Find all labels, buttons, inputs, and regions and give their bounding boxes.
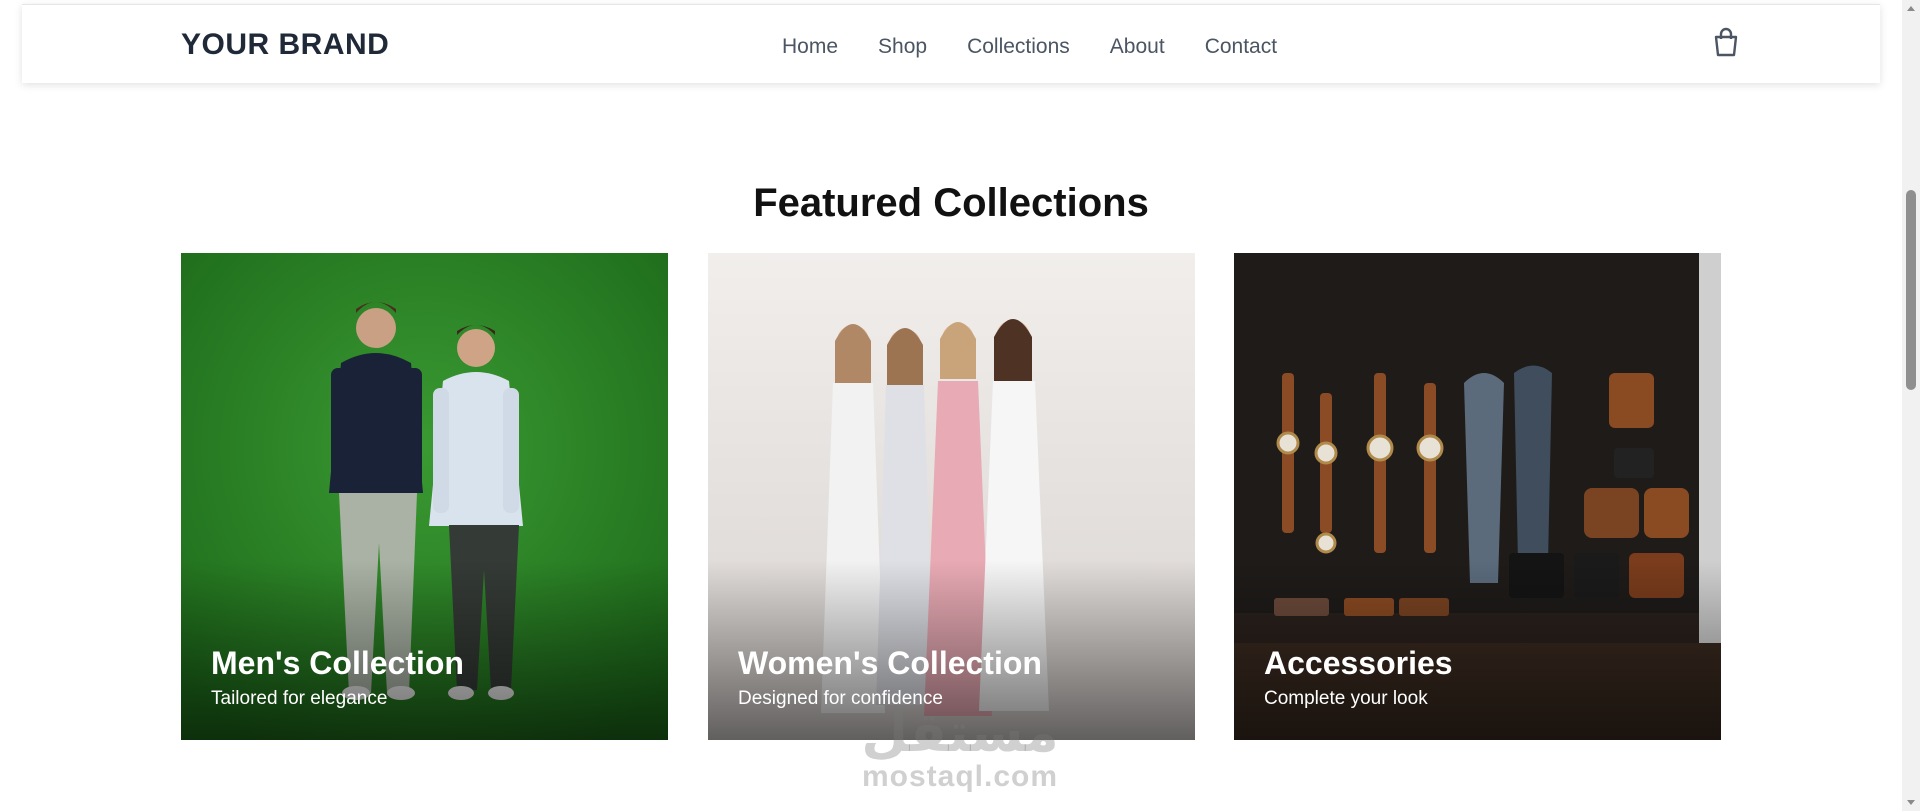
nav-contact[interactable]: Contact (1205, 31, 1277, 63)
site-header: YOUR BRAND Home Shop Collections About C… (22, 4, 1880, 83)
card-title: Women's Collection (738, 645, 1042, 681)
section-title: Featured Collections (753, 181, 1149, 226)
card-subtitle: Tailored for elegance (211, 688, 388, 709)
watermark-latin: mostaql.com (861, 760, 1059, 793)
card-womens-collection[interactable]: Women's Collection Designed for confiden… (708, 253, 1195, 740)
watermark-arabic: مستقل (861, 701, 1059, 764)
scroll-thumb[interactable] (1906, 190, 1916, 390)
card-title: Accessories (1264, 645, 1453, 681)
page: YOUR BRAND Home Shop Collections About C… (0, 0, 1920, 811)
scroll-up-arrow-icon[interactable] (1907, 6, 1915, 11)
nav-shop[interactable]: Shop (878, 31, 927, 63)
card-accessories[interactable]: Accessories Complete your look (1234, 253, 1721, 740)
card-subtitle: Complete your look (1264, 688, 1428, 709)
scroll-down-arrow-icon[interactable] (1907, 800, 1915, 805)
nav-about[interactable]: About (1110, 31, 1165, 63)
nav-home[interactable]: Home (782, 31, 838, 63)
shopping-bag-icon[interactable] (1712, 27, 1740, 57)
brand-logo[interactable]: YOUR BRAND (181, 27, 389, 63)
card-mens-collection[interactable]: Men's Collection Tailored for elegance (181, 253, 668, 740)
main-nav: Home Shop Collections About Contact (782, 31, 1317, 63)
vertical-scrollbar[interactable] (1902, 0, 1920, 811)
card-title: Men's Collection (211, 645, 464, 681)
watermark: مستقل mostaql.com (850, 705, 1070, 793)
nav-collections[interactable]: Collections (967, 31, 1070, 63)
